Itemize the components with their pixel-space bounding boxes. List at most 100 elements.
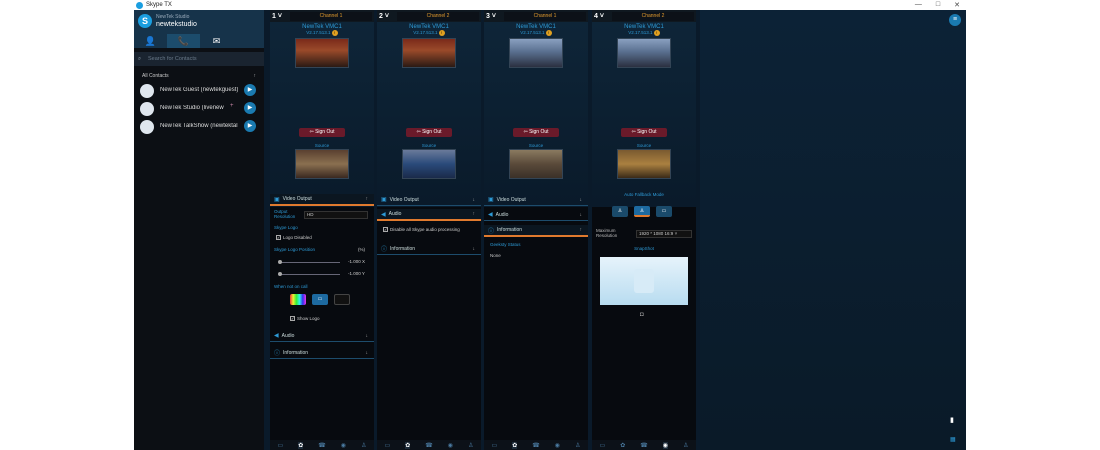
sign-out-button[interactable]: ⇦ Sign Out <box>513 128 559 137</box>
expand-arrow-icon[interactable]: ↓ <box>366 333 369 339</box>
warning-icon: ! <box>438 30 445 36</box>
source-thumbnail[interactable] <box>295 149 349 179</box>
fallback-person-active-option[interactable]: ♙ <box>634 206 650 217</box>
max-resolution-select[interactable]: 1920 * 1080 16:9 ˅ <box>636 230 692 238</box>
contact-item[interactable]: NewTek Studio (livenew + ▶ <box>134 100 264 118</box>
camera-snapshot-icon[interactable]: ◘ <box>640 312 644 318</box>
collapse-arrow-icon[interactable]: ↑ <box>473 211 476 217</box>
video-output-section[interactable]: ▣ Video Output ↑ <box>270 194 374 206</box>
video-call-icon[interactable]: ▶ <box>244 120 256 132</box>
logo-y-knob[interactable] <box>278 272 282 276</box>
logo-x-slider[interactable] <box>280 262 340 263</box>
sign-out-button[interactable]: ⇦ Sign Out <box>406 128 452 137</box>
layout-icon[interactable]: ▭ <box>492 442 498 449</box>
settings-icon[interactable]: ✿ <box>620 442 625 449</box>
person-icon[interactable]: ♙ <box>575 442 580 449</box>
camera-icon[interactable]: ◉ <box>341 442 346 449</box>
video-call-icon[interactable]: ▶ <box>244 102 256 114</box>
collapse-arrow-icon[interactable]: ↑ <box>366 196 369 202</box>
calls-tab[interactable]: 📞 <box>167 34 200 48</box>
empty-right-area <box>700 10 966 450</box>
grid-icon[interactable]: ▦ <box>950 436 958 446</box>
contact-item[interactable]: NewTek TalkShow (newtektal ▶ <box>134 118 264 136</box>
sign-out-button[interactable]: ⇦ Sign Out <box>621 128 667 137</box>
hamburger-menu-icon[interactable]: ≡ <box>949 14 961 26</box>
channel-panel-3: 3 ˅ Channel 1 NewTek VMC1 V2.17.513.1 ! … <box>484 10 588 450</box>
settings-icon[interactable]: ✿ <box>405 441 411 449</box>
channel-number[interactable]: 4 ˅ <box>592 13 612 20</box>
contacts-tab[interactable]: 👤 <box>134 34 167 48</box>
camera-icon[interactable]: ◉ <box>448 442 453 449</box>
person-icon: 👤 <box>144 35 157 46</box>
person-icon[interactable]: ♙ <box>361 442 366 449</box>
settings-icon[interactable]: ✿ <box>512 441 518 449</box>
show-logo-checkbox[interactable]: ✓ Show Logo <box>290 316 320 321</box>
expand-arrow-icon[interactable]: ↓ <box>473 197 476 203</box>
channel-title[interactable]: Channel 2 <box>612 11 694 21</box>
source-thumbnail[interactable] <box>509 149 563 179</box>
channel-number[interactable]: 1 ˅ <box>270 13 290 20</box>
information-section[interactable]: ⓘ Information ↓ <box>270 347 374 359</box>
minimize-icon[interactable]: — <box>915 1 922 9</box>
logo-y-slider[interactable] <box>280 274 340 275</box>
channel-number[interactable]: 3 ˅ <box>484 13 504 20</box>
video-output-section[interactable]: ▣ Video Output ↓ <box>484 194 588 206</box>
speaker-icon: ◀ <box>274 333 279 339</box>
channel-title[interactable]: Channel 1 <box>504 11 586 21</box>
camera-icon[interactable]: ◉ <box>555 442 560 449</box>
channel-title[interactable]: Channel 2 <box>397 11 479 21</box>
video-camera-icon: ▣ <box>274 196 280 203</box>
contact-item[interactable]: NewTek Guest (newtekguest) ▶ <box>134 82 264 100</box>
expand-arrow-icon[interactable]: ↓ <box>366 350 369 356</box>
camera-icon[interactable]: ◉ <box>662 441 669 449</box>
person-icon[interactable]: ♙ <box>683 442 688 449</box>
collapse-arrow-icon[interactable]: ↑ <box>580 227 583 233</box>
image-option[interactable]: ▭ <box>312 294 328 305</box>
channel-title[interactable]: Channel 1 <box>290 11 372 21</box>
search-input[interactable]: ⌕ Search for Contacts <box>134 52 264 66</box>
logo-x-knob[interactable] <box>278 260 282 264</box>
add-contact-icon[interactable]: + <box>230 103 234 109</box>
expand-arrow-icon[interactable]: ↓ <box>473 246 476 252</box>
black-option[interactable] <box>334 294 350 305</box>
geekstats-label: Geeksty Status <box>490 242 521 247</box>
fallback-person-option[interactable]: ♙ <box>612 206 628 217</box>
phone-icon[interactable]: ☎ <box>532 442 539 449</box>
information-section[interactable]: ⓘ Information ↓ <box>377 243 481 255</box>
output-resolution-select[interactable]: HD <box>304 211 368 219</box>
layout-icon[interactable]: ▭ <box>600 442 606 449</box>
max-resolution-label: Maximum Resolution <box>596 228 618 238</box>
audio-section[interactable]: ◀ Audio ↓ <box>484 209 588 221</box>
video-call-icon[interactable]: ▶ <box>244 84 256 96</box>
sort-arrow-icon[interactable]: ↑ <box>254 70 257 82</box>
fallback-image-option[interactable]: ▭ <box>656 206 672 217</box>
information-section[interactable]: ⓘ Information ↑ <box>484 225 588 237</box>
sign-out-button[interactable]: ⇦ Sign Out <box>299 128 345 137</box>
source-thumbnail[interactable] <box>617 149 671 179</box>
phone-icon[interactable]: ☎ <box>425 442 432 449</box>
source-thumbnail[interactable] <box>402 149 456 179</box>
skype-profile-icon[interactable]: S <box>138 14 152 28</box>
settings-icon[interactable]: ✿ <box>298 441 304 449</box>
window-title: Skype TX <box>146 2 172 8</box>
pause-icon[interactable]: ▮ <box>950 416 958 428</box>
video-output-section[interactable]: ▣ Video Output ↓ <box>377 194 481 206</box>
disable-audio-checkbox[interactable]: ✓ Disable all Skype audio processing <box>383 227 460 232</box>
expand-arrow-icon[interactable]: ↓ <box>580 197 583 203</box>
close-icon[interactable]: ✕ <box>954 1 960 9</box>
audio-section[interactable]: ◀ Audio ↑ <box>377 209 481 221</box>
contacts-header[interactable]: All Contacts ↑ <box>134 70 264 82</box>
logo-disabled-checkbox[interactable]: ✓ Logo Disabled <box>276 235 312 240</box>
messages-tab[interactable]: ✉ <box>200 34 233 48</box>
speaker-icon: ◀ <box>488 212 493 218</box>
layout-icon[interactable]: ▭ <box>385 442 391 449</box>
phone-icon[interactable]: ☎ <box>318 442 325 449</box>
person-icon[interactable]: ♙ <box>468 442 473 449</box>
color-bars-option[interactable] <box>290 294 306 305</box>
channel-number[interactable]: 2 ˅ <box>377 13 397 20</box>
audio-section[interactable]: ◀ Audio ↓ <box>270 330 374 342</box>
layout-icon[interactable]: ▭ <box>278 442 284 449</box>
phone-icon[interactable]: ☎ <box>640 442 647 449</box>
maximize-icon[interactable]: □ <box>936 1 940 9</box>
expand-arrow-icon[interactable]: ↓ <box>580 212 583 218</box>
